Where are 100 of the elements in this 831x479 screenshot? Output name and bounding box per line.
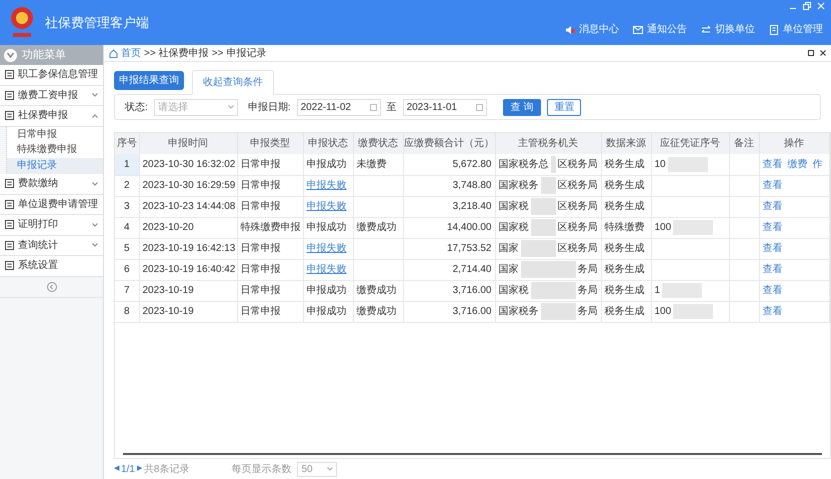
calendar-icon [476,104,483,110]
close-icon[interactable] [820,50,826,56]
breadcrumb-separator: >> [212,46,224,60]
column-header: 缴费状态 [353,133,403,154]
action-link[interactable]: 查看 [762,283,782,298]
table-cell-text: 国家税务 [498,178,538,193]
table-cell: 5,672.80 [403,154,495,175]
header-link[interactable]: 单位管理 [769,22,823,37]
breadcrumb-link[interactable]: 申报记录 [226,46,266,60]
table-cell: 日常申报 [237,280,303,301]
table-cell: 2023-10-23 14:44:08 [139,196,237,217]
horizontal-scrollbar[interactable] [123,453,822,455]
column-header: 数据来源 [601,133,651,154]
table-cell-text: 务局 [578,284,598,298]
calendar-icon [370,104,377,110]
breadcrumb-separator: >> [144,46,156,60]
table-cell: 日常申报 [237,154,303,175]
table-cell: 2023-10-20 [139,217,237,238]
table-cell: 4 [115,217,139,238]
table-cell: 17,753.52 [403,238,495,259]
table-cell: 3,716.00 [403,301,495,322]
table-cell: 7 [115,280,139,301]
sidebar-item[interactable]: 职工参保信息管理 [0,65,103,86]
table-cell: 税务生成 [601,175,651,196]
table-cell: 3,716.00 [403,280,495,301]
page-size-label: 每页显示条数 [231,462,292,476]
menu-item-icon [5,90,14,100]
sidebar-title: 功能菜单 [22,48,66,63]
envelope-icon [633,24,643,34]
table-cell: 3 [115,196,139,217]
status-select[interactable]: 请选择 [154,98,238,116]
action-link[interactable]: 查看 [762,241,782,256]
action-link[interactable]: 作 [812,156,822,172]
reset-button[interactable]: 重置 [547,98,582,116]
tab[interactable]: 收起查询条件 [192,70,274,95]
action-link[interactable]: 查看 [762,304,782,319]
action-link[interactable]: 查看 [762,220,782,235]
table-cell: 特殊缴费 [601,217,651,238]
table-cell: 2023-10-30 16:32:02 [139,154,237,175]
table-cell: 日常申报 [237,175,303,196]
column-header: 应征凭证序号 [651,133,729,154]
action-link[interactable]: 查看 [762,156,782,172]
menu-icon [4,48,17,62]
status-text: 申报成功 [306,158,346,170]
sidebar-item[interactable]: 证明打印 [0,215,103,236]
sidebar-item[interactable]: 费款缴纳 [0,174,103,194]
table-cell-text: 务局 [578,263,598,277]
page-size-select[interactable]: 50 [297,462,338,476]
table-cell: 3,218.40 [403,196,495,217]
status-link[interactable]: 申报失败 [306,180,346,191]
submenu-item[interactable]: 日常申报 [7,126,103,142]
date-field[interactable]: 2023-11-01 [402,98,487,116]
speaker-icon [565,24,575,34]
table-cell: 2,714.40 [403,259,495,280]
app-title: 社保费管理客户端 [45,14,149,32]
collapse-icon[interactable] [46,282,56,292]
sidebar-item[interactable]: 社保费申报 [0,106,103,126]
query-button[interactable]: 查 询 [502,98,542,116]
sidebar-item[interactable]: 单位退费申请管理 [0,194,103,215]
table-cell: 日常申报 [237,238,303,259]
table-cell: 2 [115,175,139,196]
table-cell-text: 区税务局 [558,178,598,193]
action-link[interactable]: 查看 [762,262,782,277]
table-cell-text: 国家税务 [498,304,538,319]
table-cell: 2023-10-19 [139,301,237,322]
status-link[interactable]: 申报失败 [306,243,346,254]
submenu-item[interactable]: 申报记录 [7,158,103,173]
menu-item-icon [5,261,14,270]
submenu-item[interactable]: 特殊缴费申报 [7,142,103,158]
breadcrumb-link[interactable]: 首页 [121,46,141,60]
table-cell: 2023-10-30 16:29:59 [139,175,237,196]
action-link[interactable]: 查看 [762,178,782,193]
breadcrumb-link[interactable]: 社保费申报 [158,46,209,60]
swap-arrows-icon [701,24,711,34]
status-text: 申报成功 [306,306,346,317]
action-link[interactable]: 查看 [762,199,782,214]
table-cell-text: 国家税务总 [498,158,548,172]
table-cell: 日常申报 [237,196,303,217]
chevron-down-icon [228,105,234,109]
status-link[interactable]: 申报失败 [306,264,346,275]
header-link[interactable]: 通知公告 [633,22,687,37]
sidebar-item[interactable]: 查询统计 [0,236,103,256]
table-cell-text: 国家税 [498,220,528,235]
record-count: 共8条记录 [144,462,190,476]
restore-icon[interactable] [808,50,814,56]
status-link[interactable]: 申报失败 [306,201,346,212]
sidebar-item[interactable]: 系统设置 [0,256,103,276]
table-cell: 5 [115,238,139,259]
sidebar-item[interactable]: 缴费工资申报 [0,86,103,106]
date-field[interactable]: 2022-11-02 [296,98,381,116]
table-cell: 8 [115,301,139,322]
query-result-button[interactable]: 申报结果查询 [114,71,184,90]
column-header: 申报类型 [237,133,303,154]
header-link[interactable]: 消息中心 [565,22,619,37]
to-label: 至 [386,100,397,114]
building-icon [769,24,779,34]
column-header: 应缴费额合计（元） [403,133,495,154]
header-link[interactable]: 切换单位 [701,22,755,37]
action-link[interactable]: 缴费 [788,156,808,172]
table-cell: 税务生成 [601,154,651,175]
